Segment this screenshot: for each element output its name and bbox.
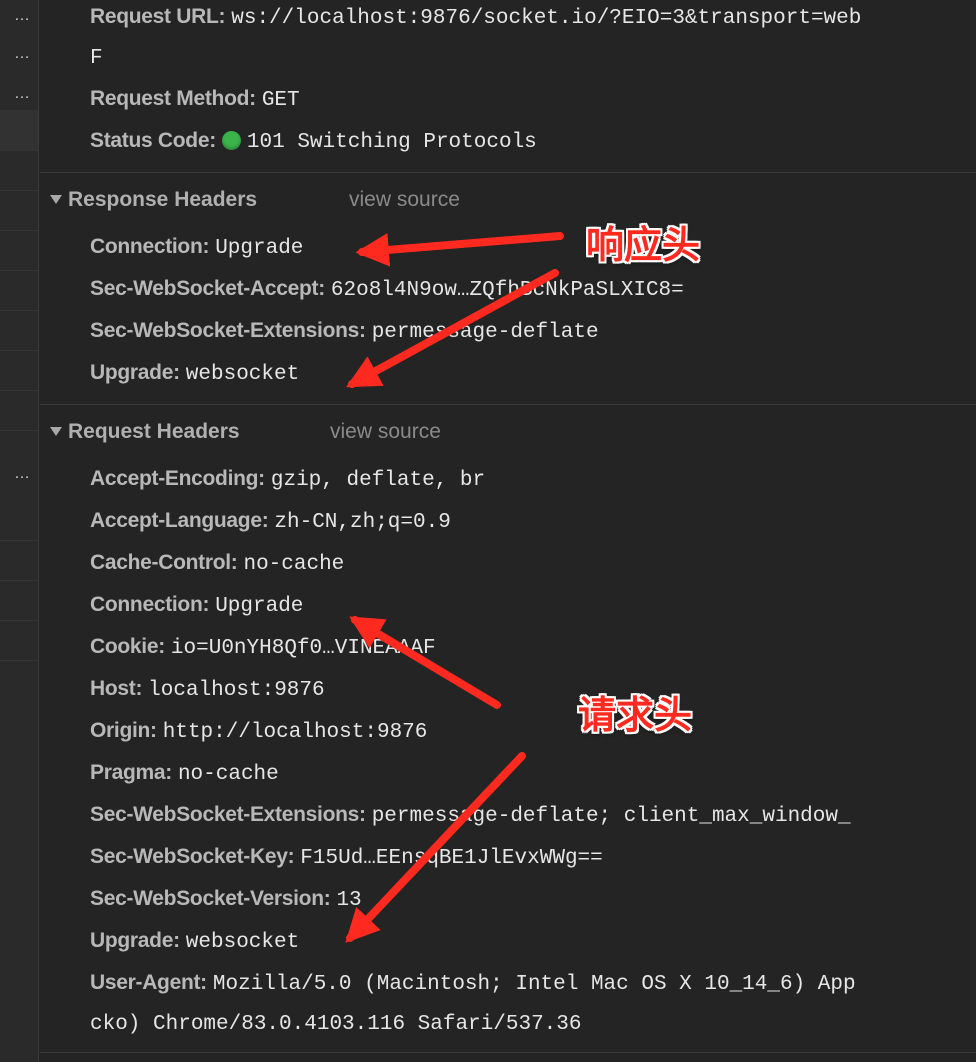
header-key: Connection:: [90, 235, 210, 258]
response-header-row: Upgrade: websocket: [90, 356, 299, 390]
section-divider: [40, 172, 976, 173]
request-method-value[interactable]: GET: [262, 89, 300, 112]
request-url-wrap-row: F: [90, 40, 103, 74]
header-value[interactable]: gzip, deflate, br: [271, 469, 485, 492]
request-header-row: Accept-Language: zh-CN,zh;q=0.9: [90, 504, 451, 538]
request-url-key: Request URL:: [90, 5, 226, 28]
request-row[interactable]: [0, 190, 38, 231]
request-list-pane: … … … …: [0, 0, 39, 1062]
response-header-row: Sec-WebSocket-Accept: 62o8l4N9ow…ZQfhBcNk…: [90, 272, 684, 306]
request-url-value[interactable]: ws://localhost:9876/socket.io/?EIO=3&tra…: [231, 7, 861, 30]
request-row[interactable]: [0, 580, 38, 621]
request-header-row: Origin: http://localhost:9876: [90, 714, 427, 748]
response-headers-title: Response Headers: [68, 188, 258, 211]
user-agent-wrap[interactable]: cko) Chrome/83.0.4103.116 Safari/537.36: [90, 1013, 581, 1036]
request-row-truncated[interactable]: …: [0, 8, 30, 24]
header-key: Accept-Language:: [90, 509, 269, 532]
request-header-row: Host: localhost:9876: [90, 672, 325, 706]
header-key: Cookie:: [90, 635, 165, 658]
response-view-source-link[interactable]: view source: [349, 183, 460, 217]
request-row[interactable]: [0, 500, 38, 541]
status-ok-icon: [221, 131, 241, 150]
header-value[interactable]: 13: [336, 889, 361, 912]
request-method-row: Request Method: GET: [90, 82, 300, 116]
triangle-down-icon: [50, 427, 62, 436]
header-value[interactable]: localhost:9876: [148, 679, 324, 702]
request-row[interactable]: [0, 230, 38, 271]
header-value[interactable]: permessage-deflate: [372, 321, 599, 344]
header-value[interactable]: websocket: [186, 363, 299, 386]
request-header-row: Pragma: no-cache: [90, 756, 279, 790]
request-row[interactable]: [0, 350, 38, 391]
request-row[interactable]: [0, 310, 38, 351]
request-header-row: Sec-WebSocket-Version: 13: [90, 882, 362, 916]
header-value[interactable]: no-cache: [243, 553, 344, 576]
header-key: Upgrade:: [90, 929, 180, 952]
header-key: Upgrade:: [90, 361, 180, 384]
header-value[interactable]: Upgrade: [215, 237, 303, 260]
header-key: Accept-Encoding:: [90, 467, 265, 490]
request-method-key: Request Method:: [90, 87, 256, 110]
header-value[interactable]: no-cache: [178, 763, 279, 786]
request-row[interactable]: [0, 150, 38, 191]
header-value[interactable]: io=U0nYH8Qf0…VINEAAAF: [171, 637, 436, 660]
request-row-selected[interactable]: [0, 110, 38, 151]
request-header-row: User-Agent: Mozilla/5.0 (Macintosh; Intel…: [90, 966, 856, 1000]
request-url-row: Request URL: ws://localhost:9876/socket.i…: [90, 0, 861, 34]
header-value[interactable]: Upgrade: [215, 595, 303, 618]
header-value[interactable]: http://localhost:9876: [163, 721, 428, 744]
status-code-value[interactable]: 101 Switching Protocols: [247, 131, 537, 154]
header-key: Cache-Control:: [90, 551, 238, 574]
request-row-truncated[interactable]: …: [0, 86, 30, 102]
header-key: Pragma:: [90, 761, 172, 784]
response-headers-toggle[interactable]: Response Headers: [50, 183, 257, 217]
header-value[interactable]: 62o8l4N9ow…ZQfhBcNkPaSLXIC8=: [331, 279, 684, 302]
request-headers-annotation: 请求头: [578, 693, 693, 737]
triangle-down-icon: [50, 195, 62, 204]
section-divider: [40, 1052, 976, 1053]
request-url-wrap[interactable]: F: [90, 47, 103, 70]
request-header-row: Upgrade: websocket: [90, 924, 299, 958]
status-code-row: Status Code: 101 Switching Protocols: [90, 124, 537, 158]
request-headers-toggle[interactable]: Request Headers: [50, 415, 240, 449]
user-agent-wrap-row: cko) Chrome/83.0.4103.116 Safari/537.36: [90, 1006, 581, 1040]
header-key: Origin:: [90, 719, 157, 742]
request-header-row: Sec-WebSocket-Key: F15Ud…EEnsqBE1JlEvxWWg…: [90, 840, 603, 874]
request-header-row: Accept-Encoding: gzip, deflate, br: [90, 462, 485, 496]
header-value[interactable]: websocket: [186, 931, 299, 954]
request-header-row: Cache-Control: no-cache: [90, 546, 344, 580]
header-value[interactable]: permessage-deflate; client_max_window_: [372, 805, 851, 828]
response-headers-annotation: 响应头: [586, 223, 701, 267]
request-header-row: Sec-WebSocket-Extensions: permessage-defl…: [90, 798, 851, 832]
header-key: User-Agent:: [90, 971, 207, 994]
header-value[interactable]: Mozilla/5.0 (Macintosh; Intel Mac OS X 1…: [213, 973, 856, 996]
headers-panel: Request URL: ws://localhost:9876/socket.i…: [40, 0, 976, 1062]
header-key: Sec-WebSocket-Version:: [90, 887, 331, 910]
header-key: Sec-WebSocket-Extensions:: [90, 803, 366, 826]
header-key: Sec-WebSocket-Key:: [90, 845, 295, 868]
header-value[interactable]: zh-CN,zh;q=0.9: [274, 511, 450, 534]
request-header-row: Connection: Upgrade: [90, 588, 303, 622]
request-view-source-link[interactable]: view source: [330, 415, 441, 449]
request-row-truncated[interactable]: …: [0, 466, 30, 482]
request-row[interactable]: [0, 390, 38, 431]
header-value[interactable]: F15Ud…EEnsqBE1JlEvxWWg==: [300, 847, 602, 870]
request-header-row: Cookie: io=U0nYH8Qf0…VINEAAAF: [90, 630, 436, 664]
header-key: Host:: [90, 677, 143, 700]
header-key: Sec-WebSocket-Accept:: [90, 277, 325, 300]
request-row-truncated[interactable]: …: [0, 46, 30, 62]
status-code-key: Status Code:: [90, 129, 216, 152]
section-divider: [40, 404, 976, 405]
request-row[interactable]: [0, 540, 38, 581]
header-key: Connection:: [90, 593, 210, 616]
header-key: Sec-WebSocket-Extensions:: [90, 319, 366, 342]
request-row[interactable]: [0, 270, 38, 311]
response-header-row: Sec-WebSocket-Extensions: permessage-defl…: [90, 314, 599, 348]
response-header-row: Connection: Upgrade: [90, 230, 303, 264]
request-row[interactable]: [0, 620, 38, 661]
request-headers-title: Request Headers: [68, 420, 240, 443]
